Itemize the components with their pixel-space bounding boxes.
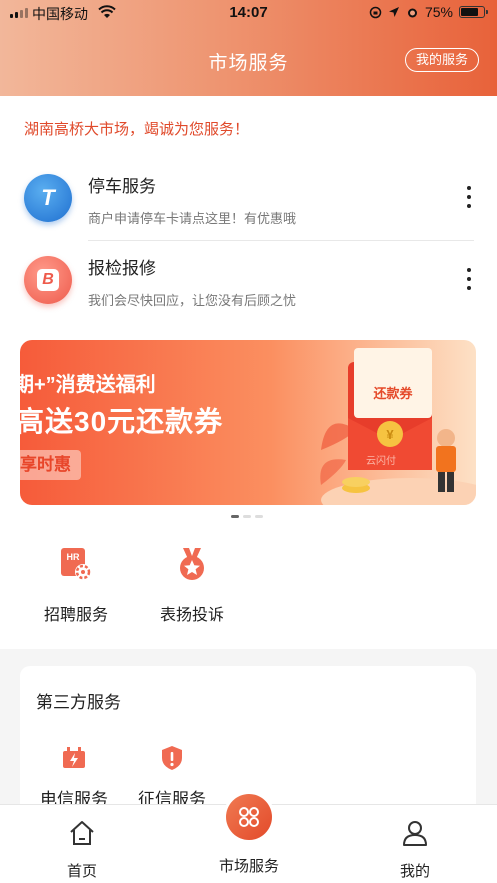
greeting-text: 湖南高桥大市场，竭诚为您服务！	[24, 121, 250, 138]
home-icon	[70, 821, 94, 845]
nav-label: 市场服务	[218, 858, 279, 875]
quick-service-label: 招聘服务	[43, 607, 108, 624]
carousel-dots[interactable]	[231, 515, 263, 518]
promo-banner[interactable]: 期+”消费送福利 高送30元还款券 享时惠 还款券 ¥ 云闪付	[20, 340, 476, 505]
third-party-telecom[interactable]: 电信服务	[34, 744, 114, 810]
nav-mine[interactable]: 我的	[360, 819, 470, 881]
banner-button[interactable]: 享时惠	[20, 450, 81, 480]
telecom-charge-icon	[63, 747, 85, 768]
parking-t-icon: T	[24, 174, 72, 222]
divider	[88, 240, 474, 241]
nav-label: 我的	[399, 863, 430, 880]
quick-service-recruit[interactable]: HR 招聘服务	[36, 546, 116, 625]
battery-icon	[459, 6, 488, 18]
banner-offer: 高送30元还款券	[20, 406, 224, 437]
credit-shield-icon	[162, 746, 182, 770]
more-vertical-icon[interactable]	[464, 186, 474, 208]
status-bar: 中国移动 14:07 75%	[0, 0, 497, 26]
service-row-parking[interactable]: T 停车服务 商户申请停车卡请点这里！有优惠哦	[24, 160, 474, 244]
header: 中国移动 14:07 75% 市场服务 我的服务	[0, 0, 497, 96]
my-services-button[interactable]: 我的服务	[404, 48, 479, 72]
battery-percent: 75%	[424, 4, 453, 20]
red-envelope-illustration: 还款券 ¥ 云闪付	[320, 348, 476, 505]
svg-text:HR: HR	[67, 552, 80, 562]
location-icon	[388, 7, 399, 17]
nav-label: 首页	[66, 863, 97, 880]
banner-headline: 期+”消费送福利	[20, 374, 156, 396]
service-name: 报检报修	[88, 259, 156, 278]
coupon-label: 还款券	[372, 386, 413, 401]
lock-rotation-icon	[369, 6, 382, 18]
repair-b-icon: B	[24, 256, 72, 304]
third-party-credit[interactable]: 征信服务	[132, 744, 212, 810]
main-panel: 湖南高桥大市场，竭诚为您服务！ T 停车服务 商户申请停车卡请点这里！有优惠哦 …	[0, 96, 497, 649]
quick-service-label: 表扬投诉	[159, 607, 224, 624]
hr-recruit-icon: HR	[61, 548, 91, 580]
svg-text:¥: ¥	[386, 427, 394, 442]
alarm-icon	[407, 8, 417, 17]
medal-star-icon	[180, 548, 204, 580]
quick-service-praise[interactable]: 表扬投诉	[152, 546, 232, 625]
section-title: 第三方服务	[36, 693, 121, 712]
service-row-repair[interactable]: B 报检报修 我们会尽快回应，让您没有后顾之忧	[24, 242, 474, 326]
service-name: 停车服务	[88, 177, 156, 196]
nav-home[interactable]: 首页	[27, 819, 137, 881]
market-grid-icon[interactable]	[226, 794, 272, 840]
service-desc: 商户申请停车卡请点这里！有优惠哦	[88, 211, 297, 226]
service-desc: 我们会尽快回应，让您没有后顾之忧	[88, 293, 297, 308]
brand-mark: 云闪付	[366, 454, 396, 467]
more-vertical-icon[interactable]	[464, 268, 474, 290]
user-icon	[403, 821, 427, 846]
